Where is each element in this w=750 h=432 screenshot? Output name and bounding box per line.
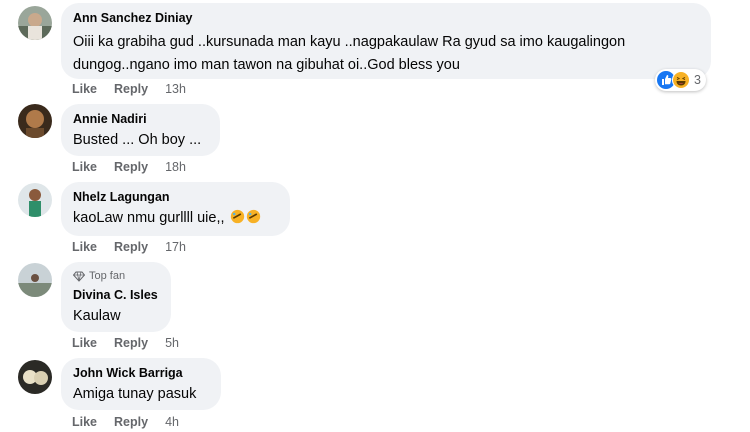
profile-photo-icon	[18, 6, 52, 40]
comment-author[interactable]: Nhelz Lagungan	[73, 189, 278, 206]
profile-photo-icon	[18, 183, 52, 217]
like-button[interactable]: Like	[72, 240, 97, 254]
comment-text: kaoLaw nmu gurllll uie,,	[73, 210, 225, 226]
comment-actions: Like Reply 13h	[72, 82, 186, 96]
comment-text: Busted ... Oh boy ...	[73, 132, 202, 148]
rolling-on-floor-laughing-icon	[246, 209, 260, 224]
comment-text: Kaulaw	[73, 308, 121, 324]
avatar[interactable]	[18, 104, 52, 138]
profile-photo-icon	[18, 104, 52, 138]
comment-author[interactable]: Divina C. Isles	[73, 287, 159, 304]
comment-actions: Like Reply 4h	[72, 415, 179, 429]
comment-actions: Like Reply 5h	[72, 336, 179, 350]
timestamp[interactable]: 17h	[165, 240, 186, 254]
haha-reaction-icon	[672, 71, 690, 89]
avatar[interactable]	[18, 360, 52, 394]
comment-text-row: kaoLaw nmu gurllll uie,,	[73, 208, 278, 229]
top-fan-badge: Top fan	[73, 269, 159, 283]
reply-button[interactable]: Reply	[114, 82, 148, 96]
comment-bubble: Annie Nadiri Busted ... Oh boy ...	[61, 104, 220, 156]
reaction-summary[interactable]: 3	[655, 69, 706, 91]
reply-button[interactable]: Reply	[114, 240, 148, 254]
like-button[interactable]: Like	[72, 336, 97, 350]
like-button[interactable]: Like	[72, 82, 97, 96]
profile-photo-icon	[18, 263, 52, 297]
comment-bubble: Nhelz Lagungan kaoLaw nmu gurllll uie,,	[61, 182, 290, 236]
reaction-count: 3	[694, 73, 701, 87]
avatar[interactable]	[18, 183, 52, 217]
timestamp[interactable]: 13h	[165, 82, 186, 96]
reply-button[interactable]: Reply	[114, 160, 148, 174]
profile-photo-icon	[18, 360, 52, 394]
comment-bubble: John Wick Barriga Amiga tunay pasuk	[61, 358, 221, 410]
reply-button[interactable]: Reply	[114, 415, 148, 429]
timestamp[interactable]: 4h	[165, 415, 179, 429]
comment-bubble: Top fan Divina C. Isles Kaulaw	[61, 262, 171, 332]
timestamp[interactable]: 18h	[165, 160, 186, 174]
avatar[interactable]	[18, 263, 52, 297]
comment-text-line-2: dungog..ngano imo man tawon na gibuhat o…	[73, 57, 460, 73]
comment-actions: Like Reply 18h	[72, 160, 186, 174]
timestamp[interactable]: 5h	[165, 336, 179, 350]
diamond-icon	[73, 271, 85, 282]
like-button[interactable]: Like	[72, 160, 97, 174]
reply-button[interactable]: Reply	[114, 336, 148, 350]
comment-author[interactable]: John Wick Barriga	[73, 365, 209, 382]
like-button[interactable]: Like	[72, 415, 97, 429]
comment-author[interactable]: Ann Sanchez Diniay	[73, 10, 699, 27]
comment-text: Amiga tunay pasuk	[73, 386, 197, 402]
rolling-on-floor-laughing-icon	[230, 209, 244, 224]
badge-label: Top fan	[89, 270, 126, 282]
comment-actions: Like Reply 17h	[72, 240, 186, 254]
comment-author[interactable]: Annie Nadiri	[73, 111, 208, 128]
avatar[interactable]	[18, 6, 52, 40]
comment-text-line-1: Oiii ka grabiha gud ..kursunada man kayu…	[73, 34, 626, 50]
comment-bubble: Ann Sanchez Diniay Oiii ka grabiha gud .…	[61, 3, 711, 79]
